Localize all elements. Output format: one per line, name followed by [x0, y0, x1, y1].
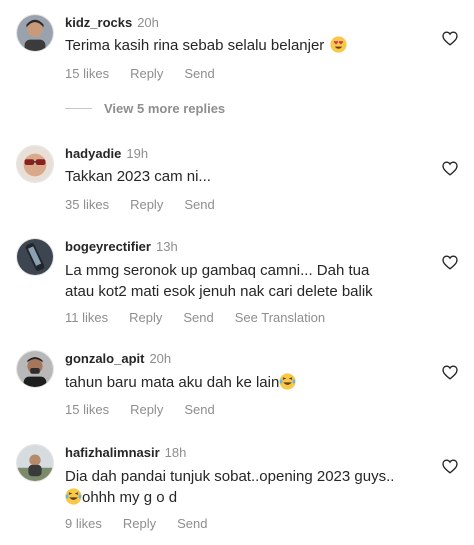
comment-text-content: tahun baru mata aku dah ke lain: [65, 374, 280, 391]
comment-text-content: ohhh my g o d: [82, 489, 178, 506]
username[interactable]: hadyadie: [65, 146, 121, 161]
username[interactable]: bogeyrectifier: [65, 239, 151, 254]
comment-text: Dia dah pandai tunjuk sobat..opening 202…: [65, 466, 426, 508]
reply-button[interactable]: Reply: [129, 310, 162, 325]
send-button[interactable]: Send: [184, 197, 214, 212]
view-more-replies-label: View 5 more replies: [104, 101, 226, 116]
avatar[interactable]: [16, 238, 54, 276]
username[interactable]: gonzalo_apit: [65, 351, 144, 366]
heart-eyes-emoji-icon: [330, 36, 348, 53]
avatar[interactable]: [16, 145, 54, 183]
comment-text-line: ohhh my g o d: [65, 487, 426, 508]
comment-text: La mmg seronok up gambaq camni... Dah tu…: [65, 260, 426, 302]
comment-text: tahun baru mata aku dah ke lain: [65, 372, 426, 393]
avatar[interactable]: [16, 350, 54, 388]
timestamp: 18h: [164, 445, 187, 460]
timestamp: 13h: [155, 239, 178, 254]
timestamp: 19h: [126, 146, 149, 161]
reply-button[interactable]: Reply: [130, 402, 163, 417]
send-button[interactable]: Send: [184, 402, 214, 417]
send-button[interactable]: Send: [177, 516, 207, 531]
view-more-replies-button[interactable]: View 5 more replies: [65, 101, 225, 116]
username[interactable]: kidz_rocks: [65, 15, 132, 30]
like-heart-icon[interactable]: [442, 161, 458, 176]
reply-button[interactable]: Reply: [130, 66, 163, 81]
replies-divider: [65, 108, 92, 109]
username[interactable]: hafizhalimnasir: [65, 445, 160, 460]
send-button[interactable]: Send: [184, 66, 214, 81]
likes-count[interactable]: 11 likes: [65, 310, 108, 325]
timestamp: 20h: [149, 351, 172, 366]
see-translation-button[interactable]: See Translation: [235, 310, 325, 325]
laughing-tears-emoji-icon: [65, 488, 82, 505]
timestamp: 20h: [137, 15, 159, 30]
comment-text-line: Dia dah pandai tunjuk sobat..opening 202…: [65, 468, 395, 485]
avatar[interactable]: [16, 444, 54, 482]
likes-count[interactable]: 35 likes: [65, 197, 109, 212]
likes-count[interactable]: 15 likes: [65, 66, 109, 81]
like-heart-icon[interactable]: [442, 255, 458, 270]
comment-text-line: atau kot2 mati esok jenuh nak cari delet…: [65, 283, 373, 300]
reply-button[interactable]: Reply: [123, 516, 156, 531]
comment-text-line: La mmg seronok up gambaq camni... Dah tu…: [65, 262, 370, 279]
send-button[interactable]: Send: [183, 310, 213, 325]
like-heart-icon[interactable]: [442, 31, 458, 46]
likes-count[interactable]: 15 likes: [65, 402, 109, 417]
likes-count[interactable]: 9 likes: [65, 516, 102, 531]
comment-text: Takkan 2023 cam ni...: [65, 168, 211, 185]
comment-text-content: Terima kasih rina sebab selalu belanjer: [65, 37, 325, 54]
avatar[interactable]: [16, 14, 54, 52]
laughing-tears-emoji-icon: [279, 373, 296, 390]
like-heart-icon[interactable]: [442, 459, 458, 474]
comment-text: Terima kasih rina sebab selalu belanjer: [65, 35, 426, 56]
like-heart-icon[interactable]: [442, 365, 458, 380]
reply-button[interactable]: Reply: [130, 197, 163, 212]
